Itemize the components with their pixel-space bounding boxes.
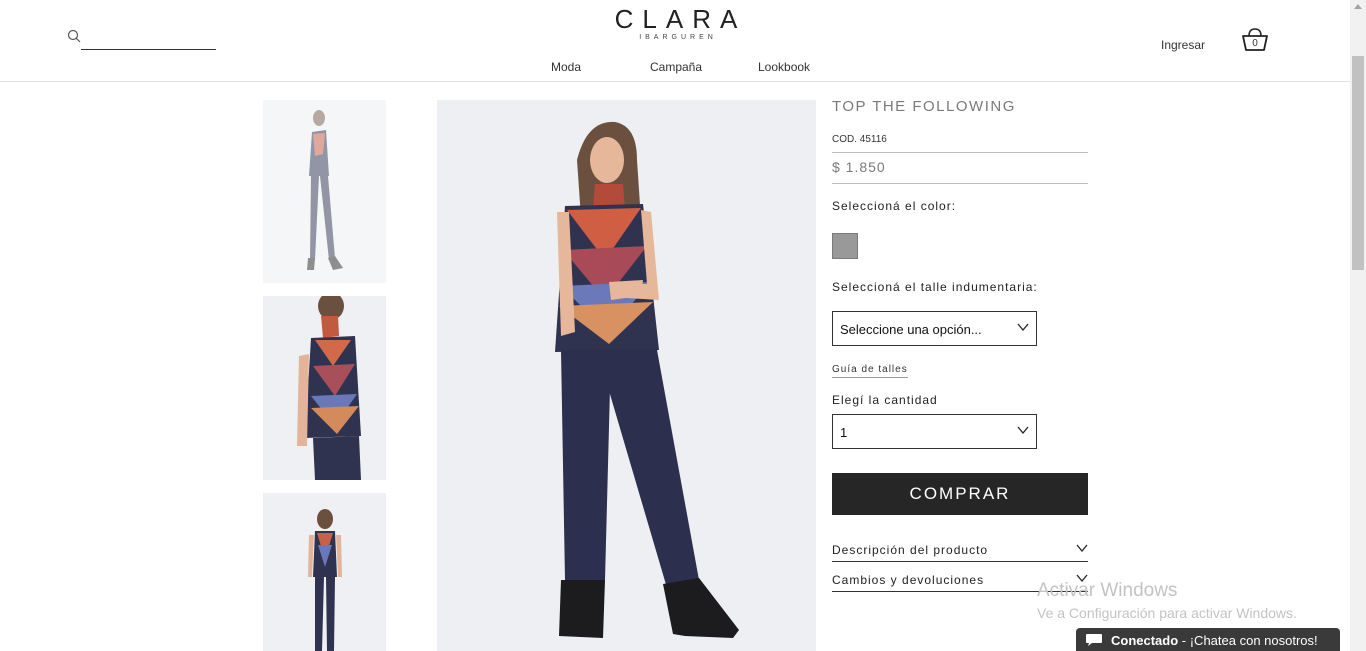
site-header: CLARA IBARGUREN Moda Campaña Lookbook In… [0,0,1350,82]
product-thumbnail-side[interactable] [263,296,386,480]
model-back-figure [263,493,386,651]
cart-count: 0 [1252,38,1258,49]
accordion-product-description[interactable]: Descripción del producto [832,542,1088,562]
chevron-down-icon [1017,323,1029,331]
quantity-select[interactable]: 1 [832,414,1037,449]
scroll-up-arrow-icon[interactable] [1354,4,1362,9]
size-select-value: Seleccione una opción... [840,322,982,337]
nav-campana[interactable]: Campaña [650,60,702,74]
brand-logo[interactable]: CLARA IBARGUREN [575,4,777,41]
size-label: Seleccioná el talle indumentaria: [832,280,1038,294]
buy-button[interactable]: COMPRAR [832,473,1088,515]
search-icon[interactable] [66,28,82,44]
scroll-thumb[interactable] [1352,56,1364,270]
model-side-figure [263,296,386,480]
login-link[interactable]: Ingresar [1161,38,1205,52]
divider [832,152,1088,153]
quantity-label: Elegí la cantidad [832,393,938,407]
accordion-label: Descripción del producto [832,543,989,557]
search-input[interactable] [81,28,216,50]
model-front-figure [263,100,386,283]
logo-subtitle: IBARGUREN [639,34,717,41]
divider [832,183,1088,184]
product-code: COD. 45116 [832,134,887,145]
nav-lookbook[interactable]: Lookbook [758,60,810,74]
product-main-image[interactable] [437,100,816,651]
windows-activation-title: Activar Windows [1037,580,1178,601]
chat-label: Conectado - ¡Chatea con nosotros! [1111,633,1318,648]
product-title: TOP THE FOLLOWING [832,98,1016,115]
product-thumbnail-back[interactable] [263,493,386,651]
color-label: Seleccioná el color: [832,199,957,213]
chat-bubble-icon [1086,634,1102,646]
quantity-select-value: 1 [840,425,848,440]
accordion-label: Cambios y devoluciones [832,573,985,587]
chat-widget[interactable]: Conectado - ¡Chatea con nosotros! [1076,628,1340,651]
logo-wordmark: CLARA [614,4,747,34]
size-guide-link[interactable]: Guía de talles [832,364,908,378]
page-scrollbar[interactable] [1350,0,1366,651]
model-full-figure [437,100,816,651]
windows-activation-text: Ve a Configuración para activar Windows. [1037,605,1297,621]
color-swatch-gray[interactable] [832,233,858,259]
size-select[interactable]: Seleccione una opción... [832,311,1037,346]
chat-status: Conectado [1111,633,1179,648]
product-price: $ 1.850 [832,159,886,175]
chevron-down-icon [1076,544,1088,552]
product-thumbnail-front[interactable] [263,100,386,283]
nav-moda[interactable]: Moda [551,60,581,74]
chat-message: - ¡Chatea con nosotros! [1178,633,1318,648]
chevron-down-icon [1017,426,1029,434]
